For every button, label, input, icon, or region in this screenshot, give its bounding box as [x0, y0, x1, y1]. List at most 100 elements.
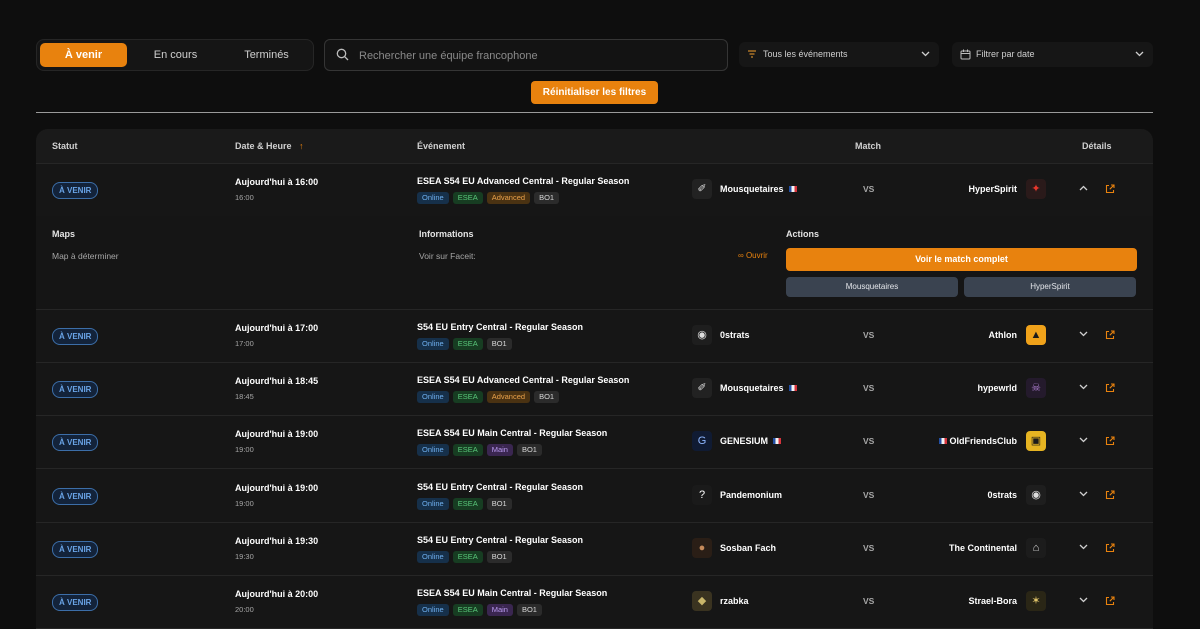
- event-tag: BO1: [486, 551, 512, 563]
- table-row[interactable]: À VENIR Aujourd'hui à 18:45 18:45 ESEA S…: [36, 362, 1153, 416]
- team2-name[interactable]: OldFriendsClub: [934, 436, 1017, 446]
- tc-logo-icon: ⌂: [1026, 538, 1046, 558]
- external-link-icon[interactable]: [1105, 490, 1115, 500]
- team2-name[interactable]: 0strats: [987, 490, 1017, 500]
- event-tags: Online ESEA BO1: [417, 498, 516, 510]
- chevron-down-icon[interactable]: [1079, 597, 1088, 603]
- team1-name[interactable]: Pandemonium: [720, 490, 782, 500]
- star-logo-icon: ✦: [1026, 179, 1046, 199]
- chevron-down-icon: [921, 51, 930, 57]
- vs-label: VS: [863, 543, 875, 553]
- team2-name[interactable]: hypewrld: [977, 383, 1017, 393]
- team1-name[interactable]: Mousquetaires: [720, 383, 797, 393]
- external-link-icon[interactable]: [1105, 184, 1115, 194]
- team2-label: OldFriendsClub: [949, 436, 1018, 446]
- event-name: ESEA S54 EU Main Central - Regular Seaso…: [417, 428, 608, 438]
- chevron-down-icon[interactable]: [1079, 331, 1088, 337]
- event-name: ESEA S54 EU Main Central - Regular Seaso…: [417, 588, 608, 598]
- france-flag-icon: [938, 438, 947, 444]
- events-filter-dropdown[interactable]: Tous les événements: [739, 42, 939, 67]
- team1-label: Mousquetaires: [720, 184, 784, 194]
- search-input[interactable]: [357, 40, 721, 72]
- chevron-down-icon[interactable]: [1079, 384, 1088, 390]
- match-date: Aujourd'hui à 19:00: [235, 429, 319, 439]
- event-tag: ESEA: [452, 391, 483, 403]
- external-link-icon[interactable]: [1105, 383, 1115, 393]
- triangle-logo-icon: ▲: [1026, 325, 1046, 345]
- date-filter-dropdown[interactable]: Filtrer par date: [952, 42, 1153, 67]
- vs-label: VS: [863, 184, 875, 194]
- external-link-icon[interactable]: [1105, 596, 1115, 606]
- event-tags: Online ESEA Advanced BO1: [417, 391, 563, 403]
- external-link-icon[interactable]: [1105, 330, 1115, 340]
- person-logo-icon: ●: [692, 538, 712, 558]
- team1-name[interactable]: Sosban Fach: [720, 543, 776, 553]
- event-tag: BO1: [534, 192, 560, 204]
- header-event: Événement: [417, 141, 466, 151]
- event-name: S54 EU Entry Central - Regular Season: [417, 482, 584, 492]
- chevron-up-icon[interactable]: [1079, 185, 1088, 191]
- chevron-down-icon[interactable]: [1079, 544, 1088, 550]
- team2-name[interactable]: HyperSpirit: [968, 184, 1017, 194]
- event-tag: Online: [417, 551, 449, 563]
- bird-logo-icon: ✐: [692, 378, 712, 398]
- header-datetime[interactable]: Date & Heure ↑: [235, 129, 304, 163]
- match-time: 17:00: [235, 339, 254, 348]
- team1-name[interactable]: Mousquetaires: [720, 184, 797, 194]
- tab-finished[interactable]: Terminés: [223, 43, 310, 67]
- event-name: S54 EU Entry Central - Regular Season: [417, 322, 584, 332]
- table-row[interactable]: À VENIR Aujourd'hui à 19:30 19:30 S54 EU…: [36, 522, 1153, 576]
- reset-filters-button[interactable]: Réinitialiser les filtres: [531, 81, 658, 104]
- team1-name[interactable]: rzabka: [720, 596, 749, 606]
- filter-icon: [748, 50, 756, 58]
- ofc-logo-icon: ▣: [1026, 431, 1046, 451]
- search-box: [324, 39, 728, 72]
- match-time: 19:30: [235, 552, 254, 561]
- match-details-panel: Maps Map à déterminer Informations Voir …: [36, 216, 1153, 310]
- team2-label: Athlon: [988, 330, 1018, 340]
- vs-label: VS: [863, 490, 875, 500]
- header-datetime-label: Date & Heure: [235, 141, 292, 151]
- event-name: S54 EU Entry Central - Regular Season: [417, 535, 584, 545]
- table-row[interactable]: À VENIR Aujourd'hui à 16:00 16:00 ESEA S…: [36, 163, 1153, 217]
- table-row[interactable]: À VENIR Aujourd'hui à 19:00 19:00 S54 EU…: [36, 469, 1153, 523]
- table-row[interactable]: À VENIR Aujourd'hui à 17:00 17:00 S54 EU…: [36, 309, 1153, 363]
- chevron-down-icon[interactable]: [1079, 491, 1088, 497]
- open-link-label: Ouvrir: [745, 251, 768, 260]
- team2-button[interactable]: HyperSpirit: [964, 277, 1136, 297]
- tab-upcoming[interactable]: À venir: [40, 43, 127, 67]
- team2-label: The Continental: [949, 543, 1017, 553]
- external-link-icon[interactable]: [1105, 543, 1115, 553]
- faceit-label: Voir sur Faceit:: [419, 251, 476, 261]
- team2-label: Strael-Bora: [968, 596, 1017, 606]
- team1-button[interactable]: Mousquetaires: [786, 277, 958, 297]
- event-tag: Advanced: [486, 192, 531, 204]
- table-row[interactable]: À VENIR Aujourd'hui à 20:00 20:00 ESEA S…: [36, 575, 1153, 629]
- team1-name[interactable]: 0strats: [720, 330, 750, 340]
- france-flag-icon: [773, 438, 782, 444]
- status-badge: À VENIR: [52, 182, 99, 199]
- open-faceit-link[interactable]: ∞ Ouvrir: [738, 251, 768, 260]
- event-tags: Online ESEA BO1: [417, 551, 516, 563]
- maps-value: Map à déterminer: [52, 251, 119, 261]
- chevron-down-icon[interactable]: [1079, 437, 1088, 443]
- team2-name[interactable]: Strael-Bora: [968, 596, 1017, 606]
- ring-logo-icon: ◉: [1026, 485, 1046, 505]
- team1-label: rzabka: [720, 596, 749, 606]
- event-tag: Online: [417, 604, 449, 616]
- team1-name[interactable]: GENESIUM: [720, 436, 782, 446]
- team2-name[interactable]: The Continental: [949, 543, 1017, 553]
- event-tags: Online ESEA Main BO1: [417, 444, 546, 456]
- event-tag: ESEA: [452, 498, 483, 510]
- info-title: Informations: [419, 229, 474, 239]
- tab-live[interactable]: En cours: [132, 43, 219, 67]
- external-link-icon[interactable]: [1105, 436, 1115, 446]
- ring-logo-icon: ◉: [692, 325, 712, 345]
- calendar-icon: [960, 49, 971, 60]
- event-tags: Online ESEA Main BO1: [417, 604, 546, 616]
- event-tag: Online: [417, 338, 449, 350]
- team2-name[interactable]: Athlon: [989, 330, 1018, 340]
- full-match-button[interactable]: Voir le match complet: [786, 248, 1137, 271]
- match-date: Aujourd'hui à 17:00: [235, 323, 319, 333]
- table-row[interactable]: À VENIR Aujourd'hui à 19:00 19:00 ESEA S…: [36, 415, 1153, 469]
